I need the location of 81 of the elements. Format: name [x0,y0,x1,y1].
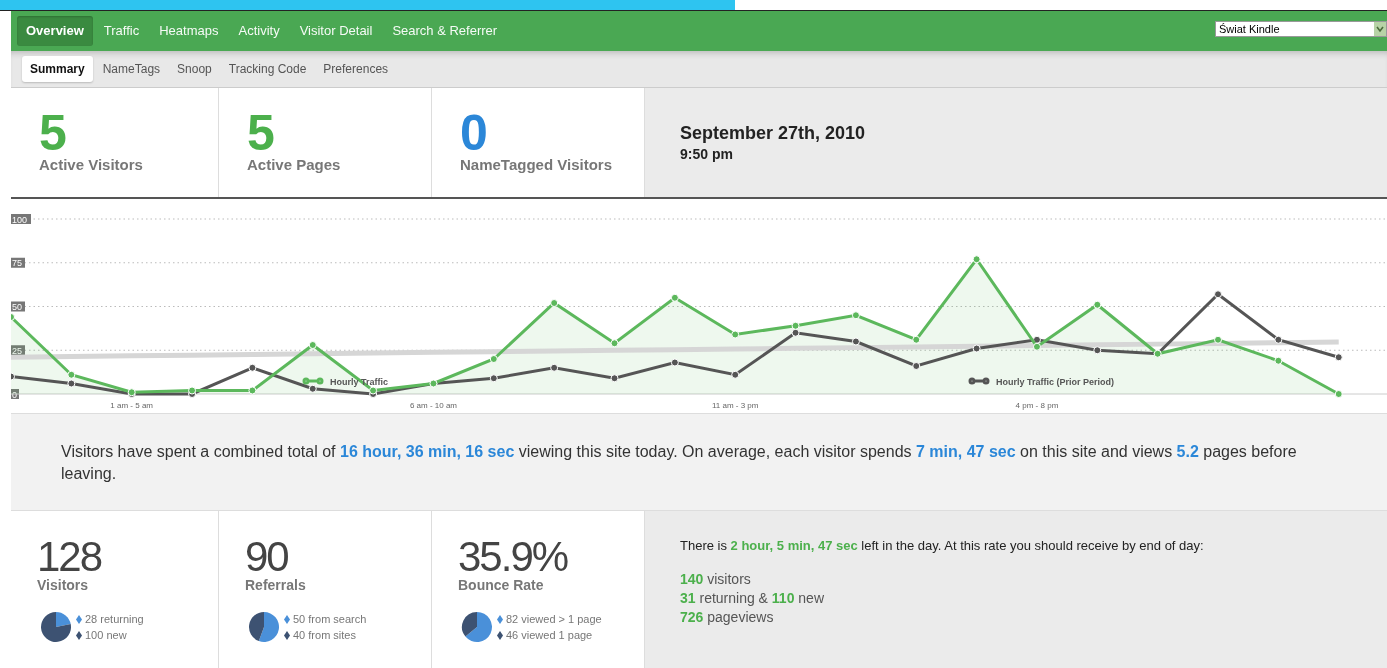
data-point [912,362,921,370]
data-point [550,363,559,372]
data-point [248,386,257,395]
legend-text: 46 viewed 1 page [506,628,593,643]
data-point [1334,353,1343,362]
time-text: 9:50 pm [680,145,734,164]
total-label: Bounce Rate [458,578,544,592]
forecast-line: 726 pageviews [680,607,775,627]
legend-text: 82 viewed > 1 page [506,612,602,627]
stat-label: Active Pages [247,156,341,174]
forecast-line: 31 returning & 110 new [680,588,825,608]
data-point [489,374,498,383]
data-point [308,384,317,393]
total-number: 90 [245,536,288,578]
data-point [11,313,15,321]
data-point [670,293,679,302]
stat-label: NameTagged Visitors [460,156,612,174]
legend-text: 100 new [85,628,127,643]
data-point [851,337,860,346]
pie-slice [249,612,264,642]
data-point [1032,335,1041,344]
forecast-line: 140 visitors [680,569,752,589]
x-axis-label: 11 am - 3 pm [711,401,759,410]
data-point [67,379,76,388]
sub-tab[interactable]: Snoop [170,56,219,82]
total-label: Visitors [37,578,89,592]
legend-label: Hourly Traffic (Prior Period) [996,376,1115,387]
data-point [67,370,76,379]
y-tick-label: 25 [11,345,25,356]
x-axis-label: 6 am - 10 am [409,401,458,410]
data-point [610,374,619,383]
y-tick-label: 100 [11,214,31,225]
total-number: 128 [37,536,102,578]
data-point [791,328,800,337]
data-point [1093,346,1102,355]
stat-number: 0 [460,110,488,156]
legend-text: 28 returning [85,612,144,627]
total-number: 35.9% [458,536,568,578]
data-point [1214,335,1222,344]
y-tick-label: 75 [11,257,25,269]
y-tick-label: 50 [11,301,25,312]
data-point [308,341,317,349]
data-point [972,255,981,264]
legend-text: 40 from sites [293,628,356,643]
x-axis-label: 1 am - 5 am [110,401,154,410]
x-axis-label: 4 pm - 8 pm [1015,401,1059,410]
data-point [610,339,619,348]
stat-number: 5 [39,110,67,156]
total-label: Referrals [245,578,306,592]
data-point [731,370,740,379]
site-select[interactable]: Świat Kindle [1215,21,1387,37]
sub-tab[interactable]: Tracking Code [221,56,314,82]
data-point [1093,300,1102,309]
data-point [248,363,257,372]
data-point [1032,342,1041,351]
data-point [912,335,921,344]
forecast-text: There is 2 hour, 5 min, 47 sec left in the day. At this rate you should receive by end of day: [680,537,1205,555]
legend-text: 50 from search [293,612,367,627]
data-point [972,344,981,353]
data-point [851,311,860,320]
data-point [791,321,800,330]
sub-tab[interactable]: Preferences [316,56,396,82]
data-point [1334,390,1343,398]
data-point [550,299,559,307]
sub-tab[interactable]: NameTags [95,56,168,82]
pie-slice [258,612,279,642]
nav-tab[interactable]: Overview [17,16,93,46]
summary-sentence: Visitors have spent a combined total of 16 hour, 36 min, 16 sec viewing this site today. On average, each visitor spends 7 min, 47 sec on this site and views 5.2 pages before leaving. [61,442,1298,484]
date-text: September 27th, 2010 [680,122,867,144]
data-point [731,330,740,339]
stat-label: Active Visitors [39,156,143,174]
sub-tab[interactable]: Summary [22,56,93,82]
data-point [11,372,15,381]
data-point [1274,356,1283,365]
data-point [670,358,679,367]
stat-number: 5 [247,110,275,156]
y-tick-label: 0 [11,389,19,400]
legend-label: Hourly Traffic [330,376,388,387]
data-point [1214,290,1222,299]
data-point [1274,335,1283,344]
data-point [489,355,498,363]
